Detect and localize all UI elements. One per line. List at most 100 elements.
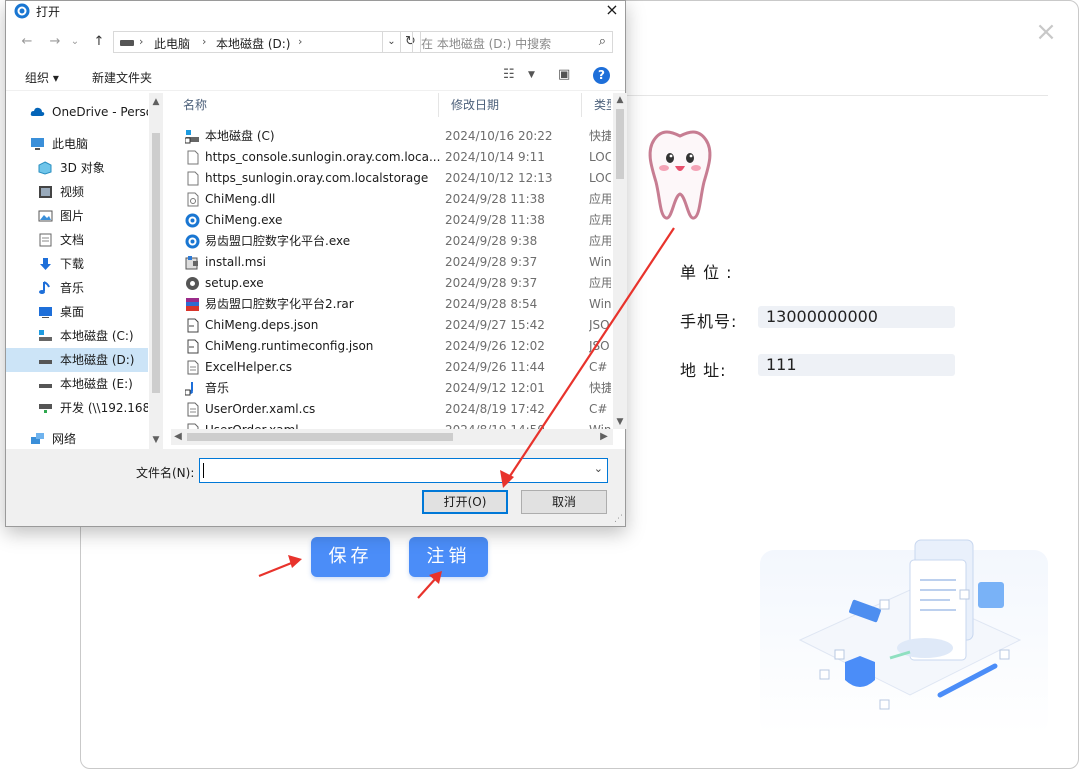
cancel-button[interactable]: 取消 (521, 490, 607, 514)
file-type: 应用 (589, 234, 611, 248)
view-dropdown-icon[interactable]: ▼ (528, 70, 535, 80)
file-date: 2024/10/14 9:11 (445, 150, 545, 164)
tree-item-downloads[interactable]: 下载 (6, 252, 148, 276)
app-close-icon[interactable]: × (1034, 19, 1058, 45)
tree-item-network[interactable]: 网络 (6, 427, 148, 449)
file-name: UserOrder.xaml.cs (205, 402, 316, 416)
file-name: ExcelHelper.cs (205, 360, 293, 374)
address-bar[interactable]: › 此电脑 › 本地磁盘 (D:) › (113, 31, 383, 53)
file-date: 2024/9/26 12:02 (445, 339, 545, 353)
tree-item-3d-objects[interactable]: 3D 对象 (6, 156, 148, 180)
scrollbar-thumb[interactable] (616, 109, 624, 179)
file-row[interactable]: ChiMeng.runtimeconfig.json 2024/9/26 12:… (171, 336, 611, 357)
file-row[interactable]: 音乐 2024/9/12 12:01 快捷 (171, 378, 611, 399)
resize-grip-icon[interactable]: ⋰ (614, 514, 623, 524)
breadcrumb-this-pc[interactable]: 此电脑 (154, 35, 190, 52)
navigation-tree: OneDrive - Personal 此电脑 3D 对象 视频 图片 文档 下… (6, 93, 163, 449)
file-row[interactable]: ChiMeng.exe 2024/9/28 11:38 应用 (171, 210, 611, 231)
dialog-close-icon[interactable]: × (602, 1, 622, 21)
file-row[interactable]: UserOrder.xaml.cs 2024/8/19 17:42 C# (171, 399, 611, 420)
tree-item-documents[interactable]: 文档 (6, 228, 148, 252)
scrollbar-thumb[interactable] (187, 433, 453, 441)
file-row[interactable]: 本地磁盘 (C) 2024/10/16 20:22 快捷 (171, 126, 611, 147)
tree-label: 本地磁盘 (E:) (60, 377, 133, 391)
scroll-right-icon[interactable]: ▶ (597, 429, 611, 445)
file-date: 2024/9/28 8:54 (445, 297, 538, 311)
app-icon (185, 213, 200, 228)
phone-field[interactable]: 13000000000 (758, 306, 955, 328)
address-field[interactable]: 111 (758, 354, 955, 376)
file-list: 名称 修改日期 类型 本地磁盘 (C) 2024/10/16 20:22 快捷 … (171, 93, 611, 429)
file-date: 2024/9/27 15:42 (445, 318, 545, 332)
file-type: LOC (589, 150, 611, 164)
organize-menu[interactable]: 组织 ▾ (25, 69, 59, 86)
up-arrow-icon[interactable]: ↑ (90, 33, 108, 51)
column-header-date[interactable]: 修改日期 (439, 93, 582, 117)
file-type: JSO (589, 339, 610, 353)
back-arrow-icon[interactable]: ← (18, 33, 36, 51)
music-icon (39, 281, 50, 294)
save-button[interactable]: 保存 (311, 537, 390, 577)
tree-item-drive-e[interactable]: 本地磁盘 (E:) (6, 372, 148, 396)
file-list-horizontal-scrollbar[interactable]: ◀ ▶ (171, 429, 613, 445)
file-row[interactable]: 易齿盟口腔数字化平台.exe 2024/9/28 9:38 应用 (171, 231, 611, 252)
column-header-name[interactable]: 名称 (171, 93, 439, 117)
file-row[interactable]: ExcelHelper.cs 2024/9/26 11:44 C# (171, 357, 611, 378)
logout-button[interactable]: 注销 (409, 537, 488, 577)
file-row[interactable]: install.msi 2024/9/28 9:37 Win (171, 252, 611, 273)
chevron-down-icon[interactable]: ⌄ (594, 462, 603, 475)
file-row[interactable]: 易齿盟口腔数字化平台2.rar 2024/9/28 8:54 Win (171, 294, 611, 315)
tree-item-this-pc[interactable]: 此电脑 (6, 132, 148, 156)
file-row[interactable]: ChiMeng.dll 2024/9/28 11:38 应用 (171, 189, 611, 210)
nav-tree-scrollbar[interactable]: ▲ ▼ (149, 93, 163, 449)
address-dropdown-icon[interactable]: ⌄ (383, 31, 401, 53)
filename-input[interactable]: ⌄ (199, 458, 608, 483)
text-caret (203, 463, 204, 478)
file-date: 2024/9/28 11:38 (445, 192, 545, 206)
file-type: Win (589, 255, 611, 269)
file-row[interactable]: setup.exe 2024/9/28 9:37 应用 (171, 273, 611, 294)
tree-item-videos[interactable]: 视频 (6, 180, 148, 204)
tree-label: 文档 (60, 233, 85, 247)
scroll-up-icon[interactable]: ▲ (613, 93, 627, 107)
open-button[interactable]: 打开(O) (422, 490, 508, 514)
file-row[interactable]: UserOrder.xaml 2024/8/19 14:50 Win (171, 420, 611, 429)
help-icon[interactable]: ? (593, 67, 610, 84)
network-drive-icon (39, 404, 52, 413)
cloud-icon (30, 107, 45, 116)
view-options-icon[interactable]: ☷ (503, 67, 515, 82)
preview-pane-icon[interactable]: ▣ (558, 67, 570, 82)
file-row[interactable]: https_console.sunlogin.oray.com.loca... … (171, 147, 611, 168)
tree-item-music[interactable]: 音乐 (6, 276, 148, 300)
scrollbar-thumb[interactable] (152, 133, 160, 393)
chevron-right-icon[interactable]: › (139, 35, 143, 48)
drive-icon (39, 384, 52, 388)
scroll-up-icon[interactable]: ▲ (149, 95, 163, 109)
cs-icon (187, 402, 199, 417)
tree-item-desktop[interactable]: 桌面 (6, 300, 148, 324)
file-list-vertical-scrollbar[interactable]: ▲ ▼ (613, 93, 627, 429)
recent-dropdown-icon[interactable]: ⌄ (66, 33, 84, 51)
scroll-left-icon[interactable]: ◀ (171, 429, 185, 445)
tree-item-onedrive[interactable]: OneDrive - Personal (6, 100, 148, 124)
tree-item-pictures[interactable]: 图片 (6, 204, 148, 228)
tree-label: 下载 (60, 257, 85, 271)
tree-item-drive-d[interactable]: 本地磁盘 (D:) (6, 348, 148, 372)
tree-label: 本地磁盘 (D:) (60, 353, 135, 367)
app-logo-icon (14, 3, 30, 19)
json-icon (187, 318, 199, 333)
breadcrumb-drive-d[interactable]: 本地磁盘 (D:) (216, 35, 290, 52)
file-row[interactable]: ChiMeng.deps.json 2024/9/27 15:42 JSO (171, 315, 611, 336)
tree-item-drive-c[interactable]: 本地磁盘 (C:) (6, 324, 148, 348)
tree-item-network-drive[interactable]: 开发 (\\192.168 (6, 396, 148, 420)
file-name: setup.exe (205, 276, 264, 290)
chevron-right-icon[interactable]: › (298, 35, 302, 48)
file-row[interactable]: https_sunlogin.oray.com.localstorage 202… (171, 168, 611, 189)
forward-arrow-icon[interactable]: → (46, 33, 64, 51)
scroll-down-icon[interactable]: ▼ (149, 433, 163, 447)
search-input[interactable]: 在 本地磁盘 (D:) 中搜索 ⌕ (412, 31, 613, 53)
scroll-down-icon[interactable]: ▼ (613, 415, 627, 429)
column-header-type[interactable]: 类型 (582, 93, 611, 117)
chevron-right-icon[interactable]: › (202, 35, 206, 48)
new-folder-button[interactable]: 新建文件夹 (92, 69, 152, 86)
